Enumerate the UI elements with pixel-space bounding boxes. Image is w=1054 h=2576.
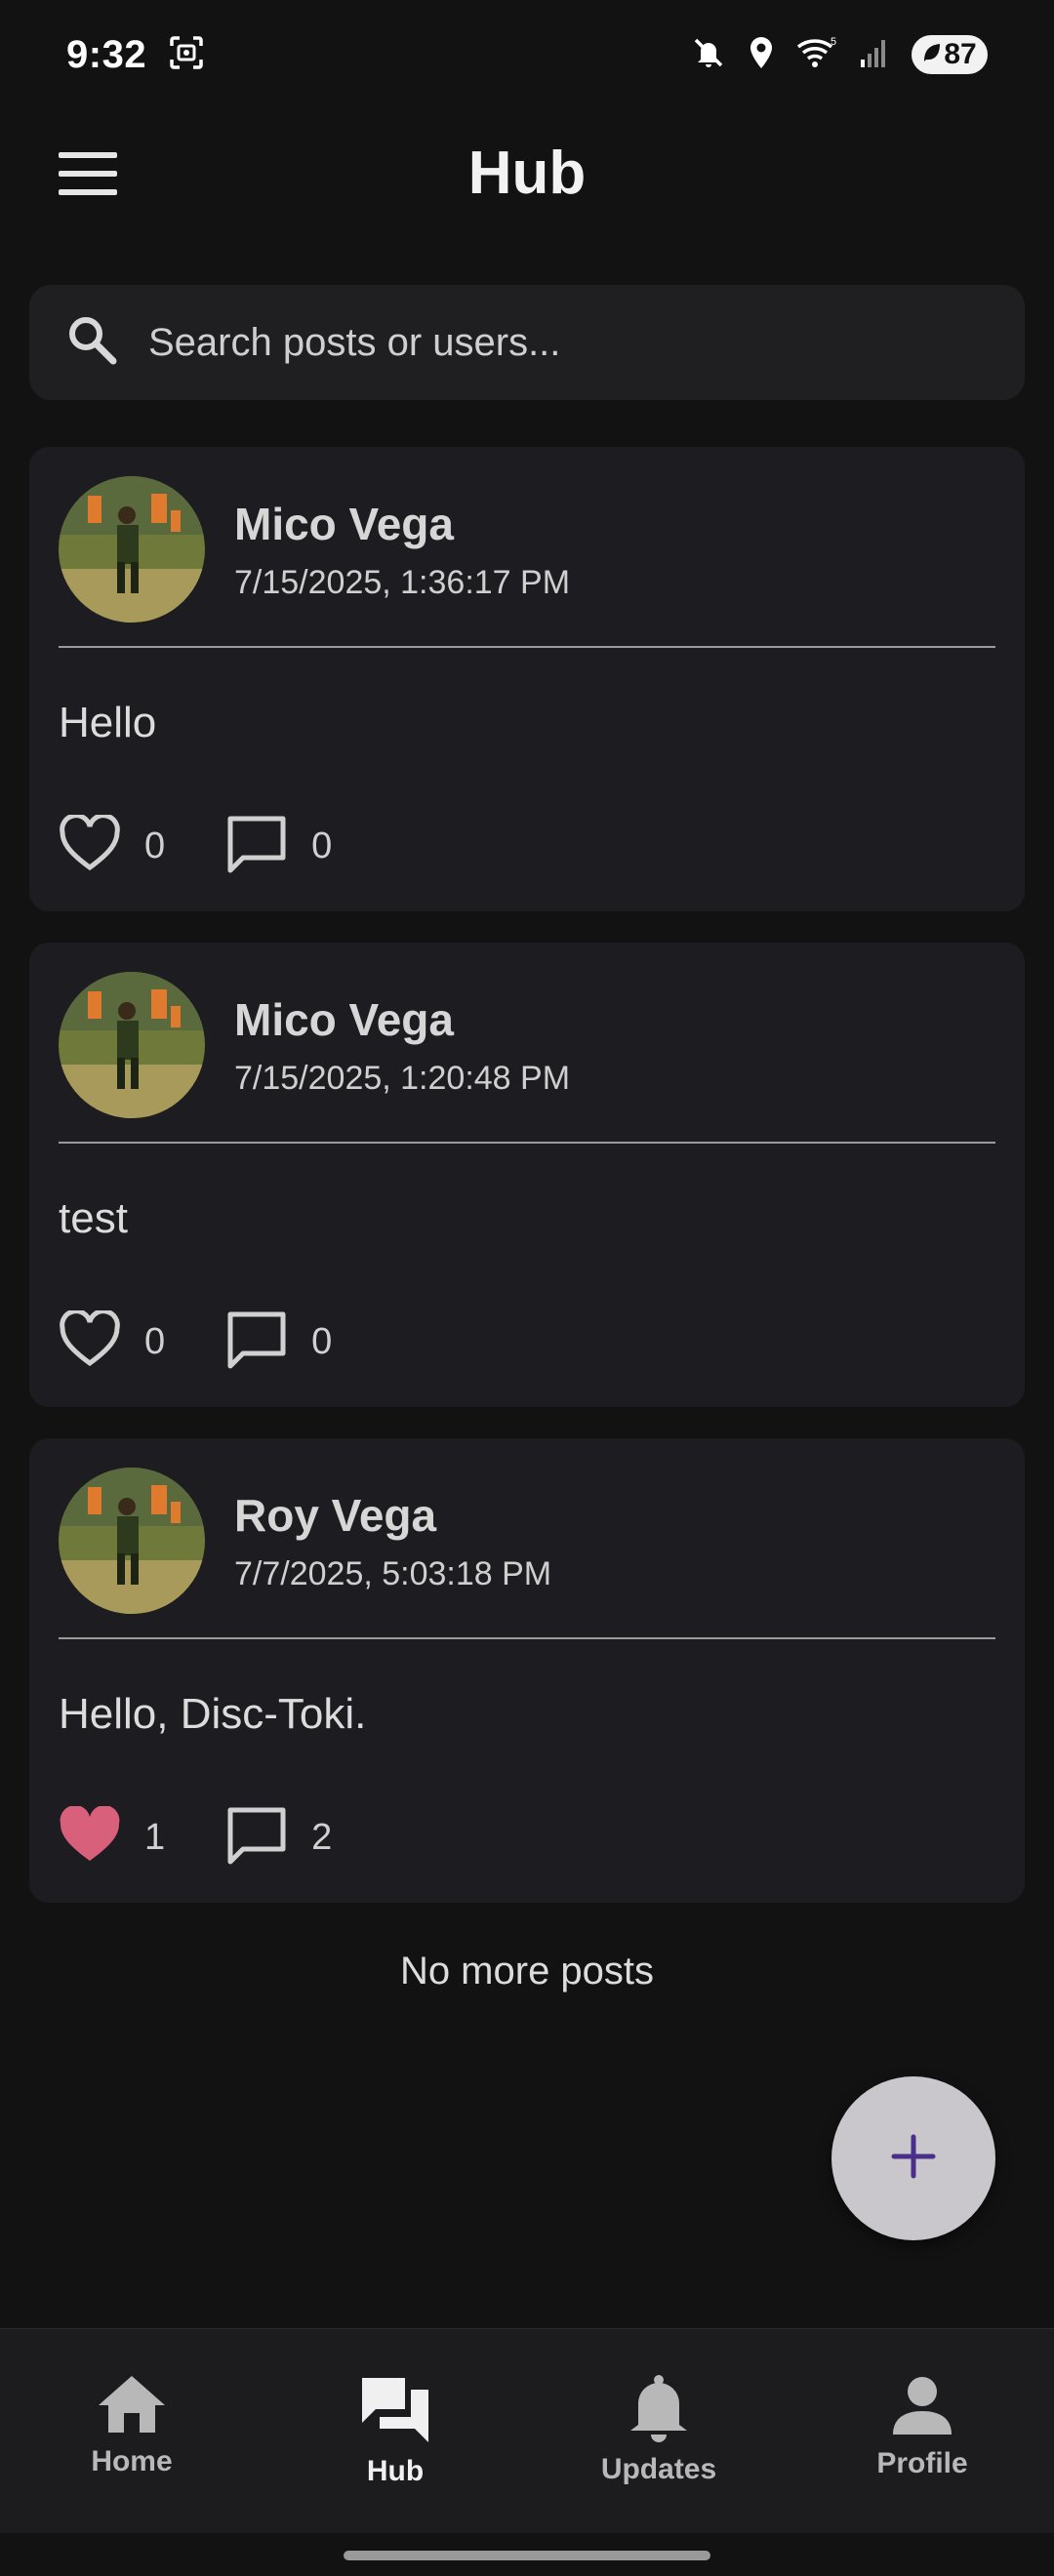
page-title: Hub — [467, 139, 587, 207]
heart-outline-icon — [59, 813, 121, 878]
like-button[interactable]: 0 — [59, 813, 166, 878]
post-content: Hello, Disc-Toki. — [59, 1690, 367, 1738]
post-actions: 1 2 — [59, 1805, 332, 1871]
status-right: 5 87 — [691, 35, 988, 75]
search-input[interactable] — [148, 320, 990, 365]
comment-count: 0 — [311, 825, 333, 866]
nav-item-profile[interactable]: Profile — [790, 2329, 1054, 2533]
post-timestamp: 7/15/2025, 1:36:17 PM — [234, 564, 571, 601]
home-indicator[interactable] — [344, 2551, 710, 2560]
svg-text:5: 5 — [831, 36, 836, 48]
post-card[interactable]: Mico Vega 7/15/2025, 1:20:48 PM test 0 0 — [29, 943, 1025, 1407]
post-content: Hello — [59, 699, 157, 746]
status-bar: 9:32 5 87 — [0, 0, 1054, 109]
app-bar: Hub — [0, 109, 1054, 236]
post-card[interactable]: Roy Vega 7/7/2025, 5:03:18 PM Hello, Dis… — [29, 1438, 1025, 1903]
status-left: 9:32 — [66, 33, 205, 77]
plus-icon — [889, 2132, 938, 2186]
comment-icon — [225, 814, 288, 879]
comment-button[interactable]: 2 — [225, 1805, 332, 1871]
new-post-button[interactable] — [831, 2076, 995, 2240]
signal-icon — [859, 36, 890, 74]
post-actions: 0 0 — [59, 1308, 332, 1375]
mute-icon — [691, 35, 726, 75]
post-author[interactable]: Mico Vega — [234, 993, 454, 1046]
person-icon — [891, 2374, 953, 2441]
search-icon — [64, 312, 121, 374]
leaf-icon — [922, 38, 942, 71]
post-author[interactable]: Mico Vega — [234, 498, 454, 550]
nav-label: Hub — [366, 2455, 425, 2487]
avatar[interactable] — [59, 1468, 205, 1614]
post-card[interactable]: Mico Vega 7/15/2025, 1:36:17 PM Hello 0 … — [29, 447, 1025, 911]
menu-icon[interactable] — [59, 152, 117, 195]
nav-item-home[interactable]: Home — [0, 2329, 264, 2533]
heart-filled-icon — [59, 1805, 121, 1870]
end-of-feed-text: No more posts — [399, 1950, 655, 1992]
screenshot-icon — [168, 34, 205, 76]
nav-label: Updates — [600, 2453, 717, 2485]
post-content: test — [59, 1194, 128, 1242]
post-author[interactable]: Roy Vega — [234, 1489, 436, 1542]
avatar[interactable] — [59, 972, 205, 1118]
comment-count: 0 — [311, 1321, 333, 1362]
status-time: 9:32 — [66, 32, 147, 76]
post-actions: 0 0 — [59, 813, 332, 879]
battery-level: 87 — [944, 38, 977, 70]
nav-label: Profile — [876, 2447, 968, 2479]
divider — [59, 646, 995, 648]
like-button[interactable]: 0 — [59, 1308, 166, 1374]
comment-count: 2 — [311, 1817, 333, 1858]
divider — [59, 1142, 995, 1144]
wifi-icon: 5 — [796, 35, 837, 75]
nav-item-updates[interactable]: Updates — [527, 2329, 790, 2533]
post-timestamp: 7/7/2025, 5:03:18 PM — [234, 1555, 552, 1592]
bottom-nav: Home Hub Updates Profile — [0, 2328, 1054, 2533]
battery-indicator: 87 — [912, 35, 988, 74]
comment-button[interactable]: 0 — [225, 1309, 332, 1375]
like-count: 0 — [144, 1321, 166, 1362]
search-bar[interactable] — [29, 285, 1025, 400]
heart-outline-icon — [59, 1308, 121, 1374]
nav-item-hub[interactable]: Hub — [264, 2329, 527, 2533]
location-icon — [748, 35, 775, 75]
post-timestamp: 7/15/2025, 1:20:48 PM — [234, 1060, 571, 1097]
avatar[interactable] — [59, 476, 205, 623]
like-count: 0 — [144, 825, 166, 866]
comment-icon — [225, 1805, 288, 1871]
divider — [59, 1637, 995, 1639]
comment-button[interactable]: 0 — [225, 814, 332, 879]
bell-icon — [627, 2374, 691, 2447]
like-button[interactable]: 1 — [59, 1805, 166, 1870]
comment-icon — [225, 1309, 288, 1375]
nav-label: Home — [91, 2445, 173, 2477]
forum-icon — [358, 2374, 432, 2449]
home-icon — [97, 2374, 167, 2439]
like-count: 1 — [144, 1817, 166, 1858]
